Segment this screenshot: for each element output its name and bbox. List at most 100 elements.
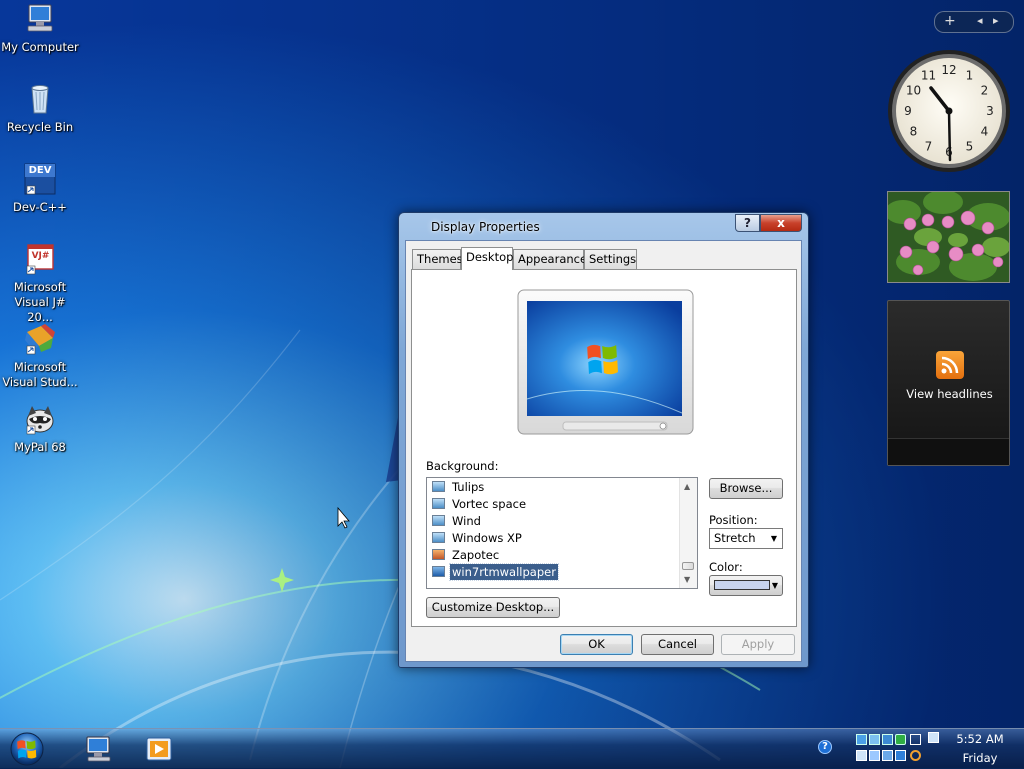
color-label: Color: (709, 560, 743, 574)
help-tray-icon[interactable]: ? (818, 740, 832, 754)
rss-feed-icon (936, 351, 964, 379)
close-icon: x (777, 216, 785, 230)
desktop-icon-label: MyPal 68 (14, 440, 66, 454)
clock-numeral: 7 (925, 140, 933, 154)
list-item[interactable]: Windows XP (431, 530, 671, 546)
tab-appearance[interactable]: Appearance (513, 249, 587, 269)
cancel-button[interactable]: Cancel (641, 634, 714, 655)
desktop-icon-label: Visual J# 20... (14, 295, 66, 324)
help-tray-label: ? (822, 741, 828, 752)
list-item[interactable]: Wind (431, 513, 671, 529)
tab-settings[interactable]: Settings (584, 249, 637, 269)
desktop-icon-label: Visual Stud... (2, 375, 78, 389)
clock-numeral: 10 (906, 84, 921, 98)
recycle-bin-icon (23, 82, 57, 116)
message-tray-icon[interactable] (928, 732, 939, 743)
gadget-toolbar: + ◂ ▸ (934, 11, 1014, 33)
desktop-icon-label: Microsoft (13, 280, 67, 294)
desktop-icon-visual-studio[interactable]: Microsoft Visual Stud... (0, 322, 80, 390)
visual-jsharp-icon: VJ# (23, 242, 57, 276)
wallpaper-thumbnail-icon (432, 549, 445, 560)
dev-cpp-badge: DEV (28, 165, 52, 176)
view-headlines-link[interactable]: View headlines (888, 387, 1011, 401)
visual-studio-icon (23, 322, 57, 356)
help-button[interactable]: ? (735, 214, 760, 232)
taskbar: ? 5:52 AM Friday (0, 728, 1024, 769)
previous-gadget-page-button[interactable]: ◂ (977, 13, 983, 29)
tab-desktop[interactable]: Desktop (461, 247, 513, 270)
desktop-icon-recycle-bin[interactable]: Recycle Bin (0, 82, 80, 135)
network-icon[interactable] (856, 734, 867, 745)
tab-themes[interactable]: Themes (412, 249, 463, 269)
clock-numeral: 8 (910, 125, 918, 139)
chevron-down-icon: ▼ (771, 581, 778, 590)
desktop-icon-dev-cpp[interactable]: DEV Dev-C++ (0, 162, 80, 215)
search-icon[interactable] (910, 750, 921, 761)
wallpaper-thumbnail-icon (432, 498, 445, 509)
browse-button[interactable]: Browse... (709, 478, 783, 499)
desktop-icon-my-computer[interactable]: My Computer (0, 2, 80, 55)
tulip-photo (888, 192, 1009, 282)
dialog-titlebar[interactable]: Display Properties ? x (399, 213, 808, 239)
clock-numeral: 2 (981, 84, 989, 98)
monitor-tray-icon[interactable] (910, 734, 921, 745)
dialog-client-area: Themes Desktop Appearance Settings Backg… (405, 240, 802, 662)
list-item-label: Tulips (452, 480, 485, 494)
volume-icon[interactable] (856, 750, 867, 761)
add-gadget-button[interactable]: + (944, 13, 956, 29)
listbox-scrollbar[interactable]: ▲ ▼ (679, 478, 697, 588)
apply-button[interactable]: Apply (721, 634, 795, 655)
desktop-icon-visual-jsharp[interactable]: VJ# Microsoft Visual J# 20... (0, 242, 80, 325)
list-item-label: Wind (452, 514, 481, 528)
settings-tray-icon[interactable] (882, 734, 893, 745)
scroll-up-arrow-icon[interactable]: ▲ (684, 482, 690, 491)
media-player-icon[interactable] (141, 733, 175, 765)
clock-numeral: 1 (966, 69, 974, 83)
list-item[interactable]: Tulips (431, 479, 671, 495)
shield-icon[interactable] (895, 734, 906, 745)
clock-numeral: 5 (966, 140, 974, 154)
feed-headlines-gadget[interactable]: View headlines (887, 300, 1010, 466)
close-button[interactable]: x (760, 214, 802, 232)
color-picker-button[interactable]: ▼ (709, 575, 783, 596)
list-item[interactable]: Vortec space (431, 496, 671, 512)
wallpaper-thumbnail-icon (432, 515, 445, 526)
taskbar-display-properties-icon[interactable] (82, 733, 116, 765)
display-properties-dialog: Display Properties ? x Themes Desktop Ap… (398, 212, 809, 668)
ok-button[interactable]: OK (560, 634, 633, 655)
taskbar-clock[interactable]: 5:52 AM Friday (952, 730, 1008, 768)
list-item[interactable]: Zapotec (431, 547, 671, 563)
keyboard-icon[interactable] (882, 750, 893, 761)
desktop-icon-label: My Computer (1, 40, 79, 54)
clock-gadget[interactable]: 121234567891011 (886, 48, 1012, 174)
wallpaper-thumbnail-icon (432, 532, 445, 543)
language-icon[interactable] (869, 750, 880, 761)
list-item-selected[interactable]: win7rtmwallpaper (431, 563, 671, 581)
display-icon[interactable] (869, 734, 880, 745)
scrollbar-thumb[interactable] (682, 562, 694, 570)
clock-numeral: 11 (921, 69, 936, 83)
desktop-icon-mypal[interactable]: MyPal 68 (0, 402, 80, 455)
wallpaper-thumbnail-icon (432, 566, 445, 577)
list-item-label: win7rtmwallpaper (449, 563, 559, 581)
color-swatch (714, 580, 770, 590)
background-listbox[interactable]: Tulips Vortec space Wind Windows XP Zapo… (426, 477, 698, 589)
computer-tray-icon[interactable] (895, 750, 906, 761)
list-item-label: Zapotec (452, 548, 500, 562)
dialog-title: Display Properties (431, 220, 540, 234)
next-gadget-page-button[interactable]: ▸ (993, 13, 999, 29)
clock-numeral: 12 (941, 63, 956, 77)
clock-numeral: 9 (904, 104, 912, 118)
help-icon: ? (744, 216, 751, 230)
scroll-down-arrow-icon[interactable]: ▼ (684, 575, 690, 584)
slideshow-gadget[interactable] (887, 191, 1010, 283)
customize-desktop-button[interactable]: Customize Desktop... (426, 597, 560, 618)
start-button[interactable] (8, 731, 46, 767)
wallpaper-thumbnail-icon (432, 481, 445, 492)
visual-jsharp-badge: VJ# (31, 251, 50, 261)
desktop-icon-label: Dev-C++ (13, 200, 67, 214)
feed-gadget-footer (888, 438, 1009, 465)
desktop-icon-label: Recycle Bin (6, 120, 74, 134)
position-dropdown[interactable]: Stretch ▼ (709, 528, 783, 549)
clock-face: 121234567891011 (888, 50, 1010, 172)
